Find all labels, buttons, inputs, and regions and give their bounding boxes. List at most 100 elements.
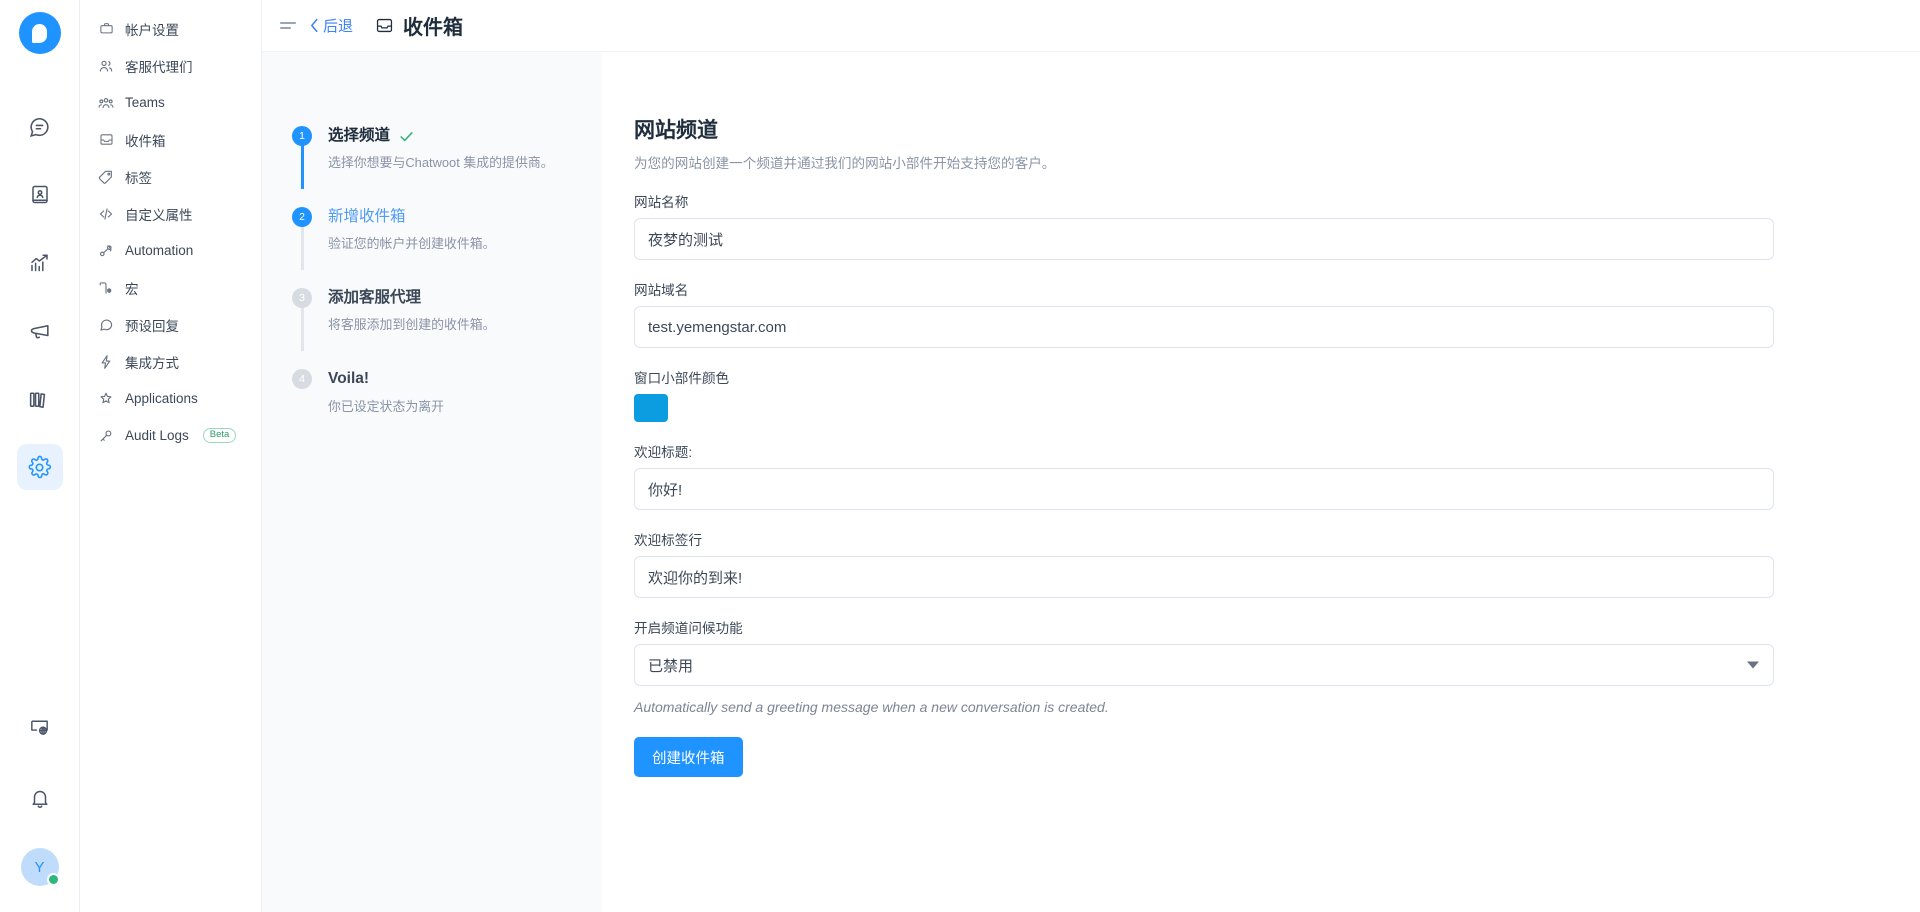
step-rail: 2 bbox=[292, 207, 312, 270]
audit-key-icon bbox=[98, 428, 114, 444]
field-welcome-heading: 欢迎标题: bbox=[634, 441, 1774, 510]
sidebar-item-label: Audit Logs bbox=[125, 428, 189, 443]
field-greeting-toggle: 开启频道问候功能 bbox=[634, 617, 1774, 686]
step-number: 3 bbox=[292, 288, 312, 308]
step-rail: 1 bbox=[292, 126, 312, 189]
sidebar-item-label: 自定义属性 bbox=[125, 204, 193, 224]
greeting-toggle-select[interactable] bbox=[634, 644, 1774, 686]
step-title: 新增收件箱 bbox=[328, 207, 496, 227]
welcome-tagline-input[interactable] bbox=[634, 556, 1774, 598]
avatar[interactable]: Y bbox=[21, 848, 59, 886]
form-heading: 网站频道 bbox=[634, 114, 1774, 144]
step-title-row: 选择频道 bbox=[328, 126, 554, 146]
settings-gear-icon[interactable] bbox=[17, 444, 63, 490]
widget-color-swatch[interactable] bbox=[634, 394, 668, 422]
step-rail: 4 bbox=[292, 369, 312, 432]
step-description: 选择你想要与Chatwoot 集成的提供商。 bbox=[328, 153, 554, 173]
sidebar-item-integrations[interactable]: 集成方式 bbox=[80, 343, 261, 380]
briefcase-icon bbox=[98, 21, 114, 37]
avatar-initial: Y bbox=[34, 859, 44, 876]
create-inbox-button[interactable]: 创建收件箱 bbox=[634, 737, 743, 777]
sidebar-item-teams[interactable]: Teams bbox=[80, 84, 261, 121]
sidebar-item-label: 标签 bbox=[125, 167, 152, 187]
back-button[interactable]: 后退 bbox=[310, 15, 353, 36]
wizard-step-2: 2 新增收件箱 验证您的帐户并创建收件箱。 bbox=[292, 207, 572, 288]
website-name-label: 网站名称 bbox=[634, 191, 1774, 211]
sidebar-item-labels[interactable]: 标签 bbox=[80, 158, 261, 195]
hamburger-icon[interactable] bbox=[280, 22, 296, 28]
welcome-heading-input[interactable] bbox=[634, 468, 1774, 510]
sidebar-item-account-settings[interactable]: 帐户设置 bbox=[80, 10, 261, 47]
sidebar-item-label: 集成方式 bbox=[125, 352, 179, 372]
sidebar-item-audit-logs[interactable]: Audit Logs Beta bbox=[80, 417, 261, 454]
team-icon bbox=[98, 95, 114, 111]
sidebar-item-automation[interactable]: Automation bbox=[80, 232, 261, 269]
sidebar-item-agents[interactable]: 客服代理们 bbox=[80, 47, 261, 84]
inbox-icon bbox=[375, 16, 394, 35]
settings-sidebar: 帐户设置 客服代理们 Teams bbox=[80, 0, 262, 912]
campaigns-icon[interactable] bbox=[17, 308, 63, 354]
step-number: 1 bbox=[292, 126, 312, 146]
conversations-icon[interactable] bbox=[17, 104, 63, 150]
field-website-name: 网站名称 bbox=[634, 191, 1774, 260]
website-domain-input[interactable] bbox=[634, 306, 1774, 348]
sidebar-item-label: 宏 bbox=[125, 278, 139, 298]
step-rail: 3 bbox=[292, 288, 312, 351]
code-icon bbox=[98, 206, 114, 222]
sidebar-item-applications[interactable]: Applications bbox=[80, 380, 261, 417]
welcome-heading-label: 欢迎标题: bbox=[634, 441, 1774, 461]
wizard-steps: 1 选择频道 选择你想要与Chatwoot 集成的提供商。 bbox=[262, 52, 602, 912]
step-title: 选择频道 bbox=[328, 126, 390, 146]
step-title: Voila! bbox=[328, 369, 444, 389]
step-description: 你已设定状态为离开 bbox=[328, 397, 444, 417]
sidebar-item-inboxes[interactable]: 收件箱 bbox=[80, 121, 261, 158]
back-button-label: 后退 bbox=[323, 15, 353, 36]
sidebar-item-label: 预设回复 bbox=[125, 315, 179, 335]
integrations-bolt-icon bbox=[98, 354, 114, 370]
sidebar-item-label: Teams bbox=[125, 95, 165, 110]
content-area: 后退 收件箱 1 bbox=[262, 0, 1920, 912]
wizard-step-1: 1 选择频道 选择你想要与Chatwoot 集成的提供商。 bbox=[292, 126, 572, 207]
check-icon bbox=[398, 128, 415, 145]
sidebar-item-canned-responses[interactable]: 预设回复 bbox=[80, 306, 261, 343]
step-connector bbox=[301, 226, 304, 270]
canned-response-icon bbox=[98, 317, 114, 333]
step-number: 4 bbox=[292, 369, 312, 389]
sidebar-item-label: Applications bbox=[125, 391, 198, 406]
sidebar-item-label: Automation bbox=[125, 243, 193, 258]
greeting-toggle-select-wrap bbox=[634, 644, 1774, 686]
breadcrumb: 收件箱 bbox=[375, 11, 463, 40]
form-subheading: 为您的网站创建一个频道并通过我们的网站小部件开始支持您的客户。 bbox=[634, 152, 1774, 172]
step-title: 添加客服代理 bbox=[328, 288, 496, 308]
primary-nav-rail: Y bbox=[0, 0, 80, 912]
greeting-toggle-label: 开启频道问候功能 bbox=[634, 617, 1774, 637]
wizard-step-3: 3 添加客服代理 将客服添加到创建的收件箱。 bbox=[292, 288, 572, 369]
inbox-creation-form: 网站频道 为您的网站创建一个频道并通过我们的网站小部件开始支持您的客户。 网站名… bbox=[602, 52, 1920, 912]
notifications-bell-icon[interactable] bbox=[17, 776, 63, 822]
website-name-input[interactable] bbox=[634, 218, 1774, 260]
contacts-icon[interactable] bbox=[17, 172, 63, 218]
step-description: 将客服添加到创建的收件箱。 bbox=[328, 315, 496, 335]
topbar: 后退 收件箱 bbox=[262, 0, 1920, 52]
greeting-help-text: Automatically send a greeting message wh… bbox=[634, 699, 1774, 715]
sidebar-item-label: 客服代理们 bbox=[125, 56, 193, 76]
chatwoot-logo-icon[interactable] bbox=[19, 12, 61, 54]
inbox-icon bbox=[98, 132, 114, 148]
welcome-tagline-label: 欢迎标签行 bbox=[634, 529, 1774, 549]
sidebar-item-custom-attributes[interactable]: 自定义属性 bbox=[80, 195, 261, 232]
rail-bottom-group: Y bbox=[17, 704, 63, 912]
step-connector bbox=[301, 307, 304, 351]
sidebar-item-label: 收件箱 bbox=[125, 130, 166, 150]
step-body: Voila! 你已设定状态为离开 bbox=[328, 369, 444, 432]
step-body: 选择频道 选择你想要与Chatwoot 集成的提供商。 bbox=[328, 126, 554, 189]
field-welcome-tagline: 欢迎标签行 bbox=[634, 529, 1774, 598]
avatar-status-dot bbox=[47, 873, 60, 886]
step-connector bbox=[301, 145, 304, 189]
step-body: 新增收件箱 验证您的帐户并创建收件箱。 bbox=[328, 207, 496, 270]
page-title: 收件箱 bbox=[403, 11, 463, 40]
help-center-icon[interactable] bbox=[17, 376, 63, 422]
tag-icon bbox=[98, 169, 114, 185]
reports-icon[interactable] bbox=[17, 240, 63, 286]
docs-globe-icon[interactable] bbox=[17, 704, 63, 750]
sidebar-item-macros[interactable]: 宏 bbox=[80, 269, 261, 306]
